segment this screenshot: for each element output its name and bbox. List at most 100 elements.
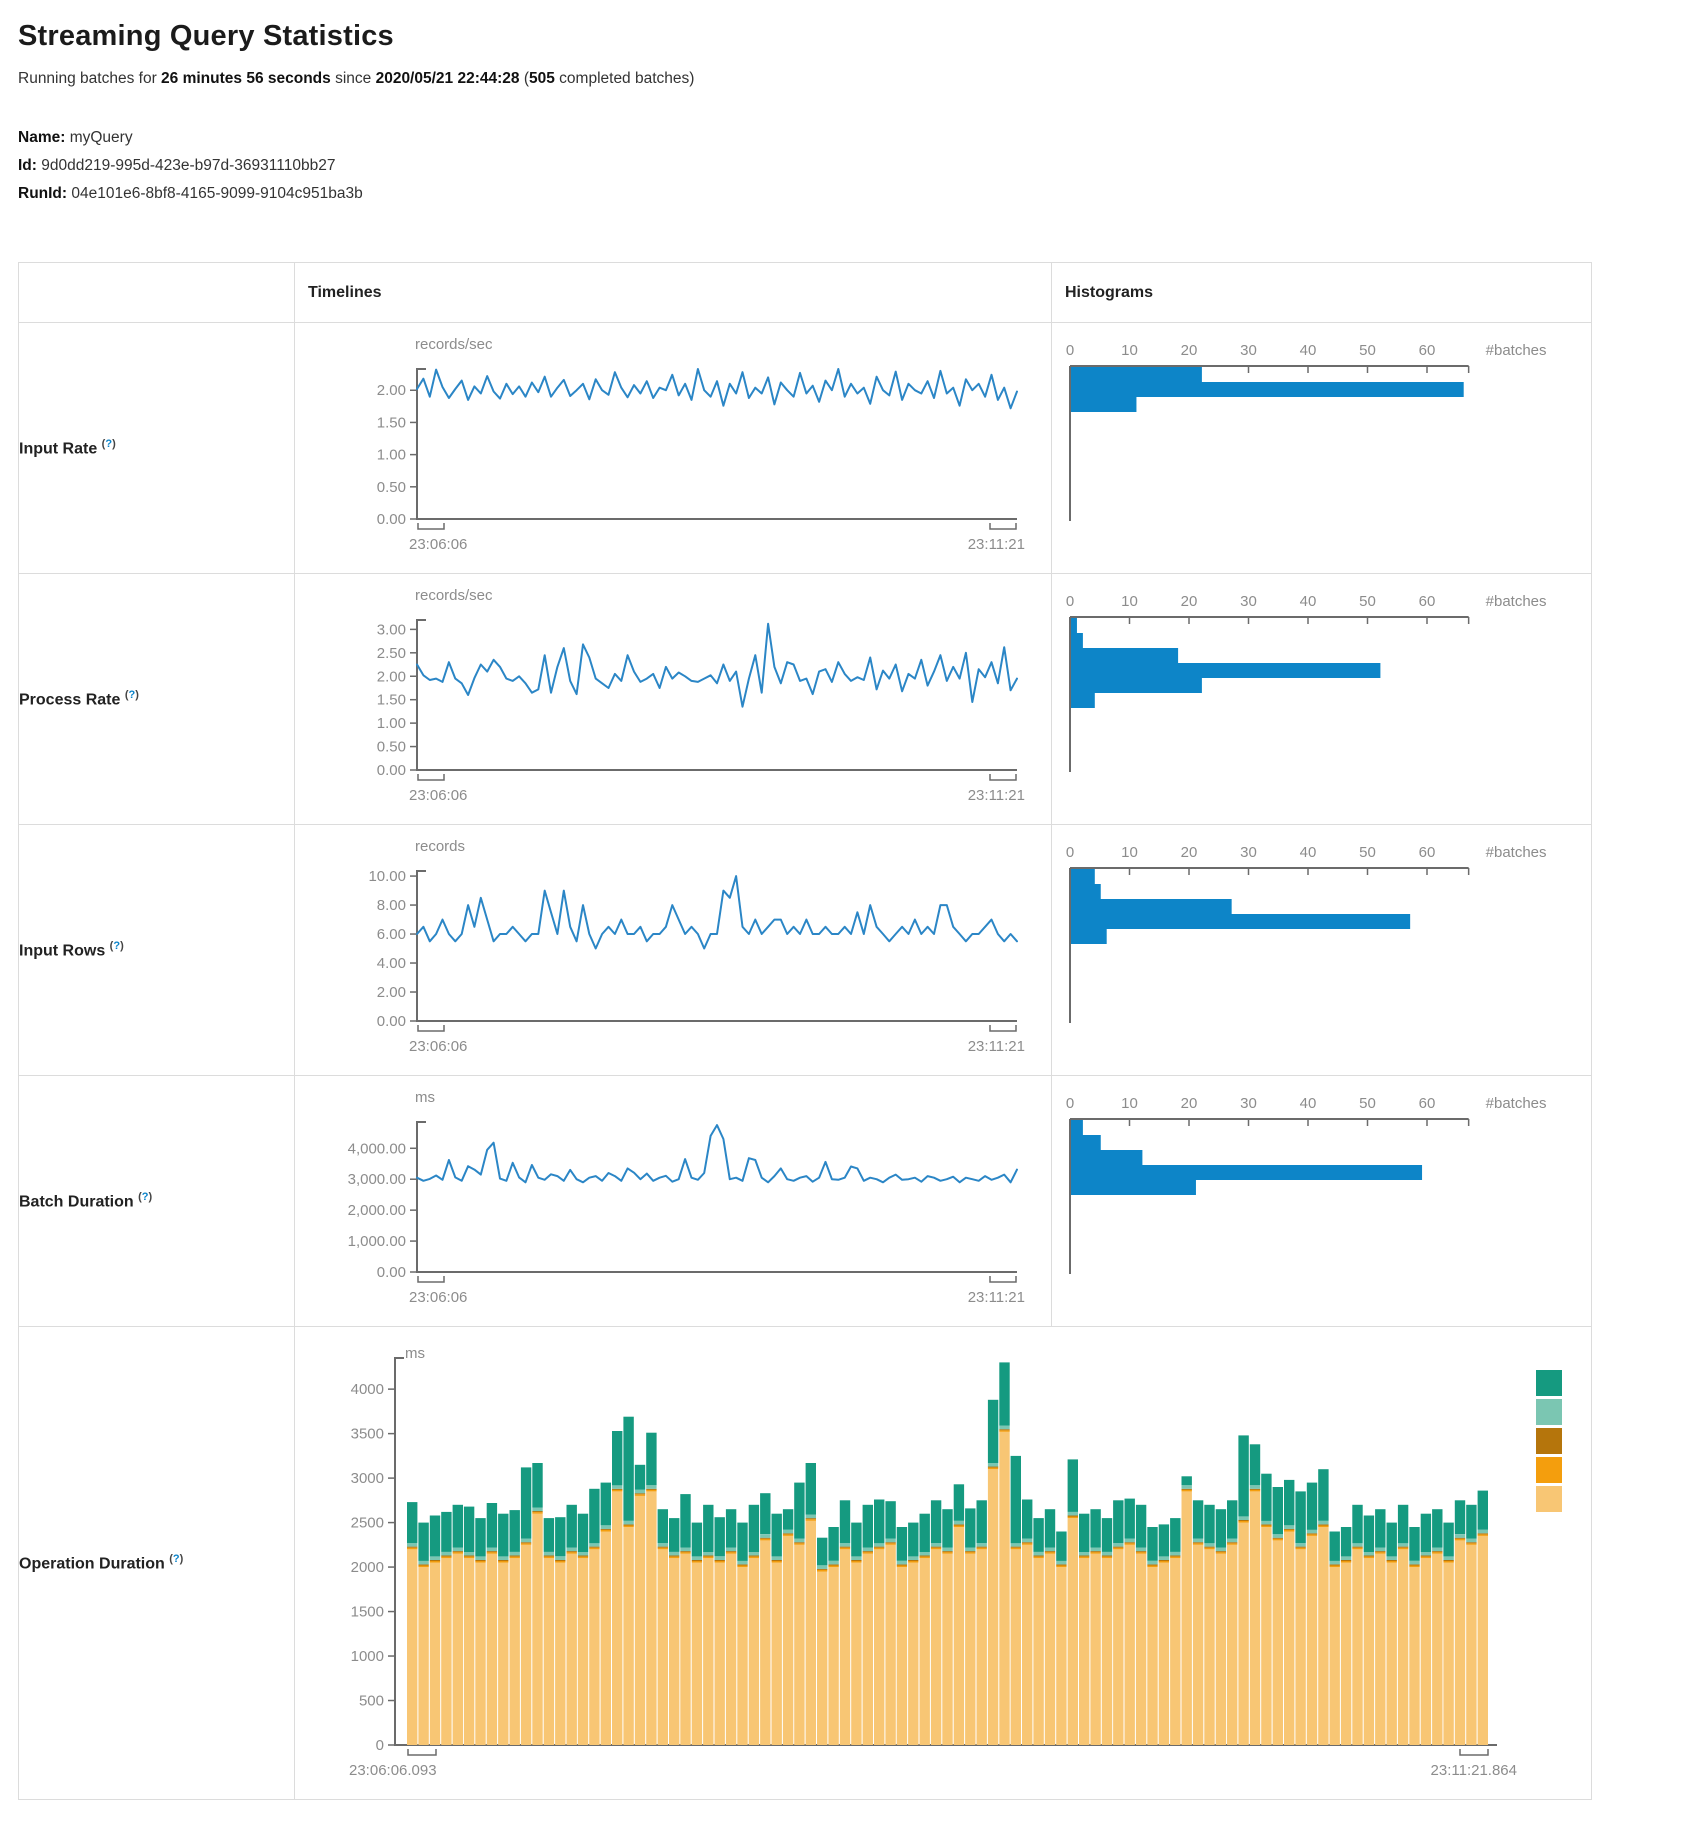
svg-text:30: 30 [1240, 844, 1257, 861]
runid-value: 04e101e6-8bf8-4165-9099-9104c951ba3b [71, 185, 362, 202]
input-rows-histogram-chart: 0102030405060#batches [1052, 825, 1591, 1075]
histogram-svg: 0102030405060#batches [1052, 1076, 1590, 1326]
table-row: Batch Duration (?) ms0.001,000.002,000.0… [19, 1076, 1592, 1327]
row-label-text: Input Rows [19, 942, 105, 959]
legend-swatch [1536, 1428, 1562, 1454]
timelines-column-header: Timelines [295, 263, 1052, 323]
svg-text:50: 50 [1359, 1095, 1376, 1112]
svg-text:23:11:21: 23:11:21 [968, 1038, 1025, 1055]
histograms-column-header: Histograms [1052, 263, 1592, 323]
svg-text:60: 60 [1419, 1095, 1436, 1112]
timeline-svg: records/sec0.000.501.001.502.002.503.002… [295, 574, 1051, 824]
svg-text:2.00: 2.00 [377, 382, 406, 399]
svg-text:30: 30 [1240, 593, 1257, 610]
name-label: Name: [18, 129, 65, 146]
svg-text:23:11:21: 23:11:21 [968, 787, 1025, 804]
svg-text:4.00: 4.00 [377, 955, 406, 972]
page-title: Streaming Query Statistics [18, 20, 1675, 53]
svg-text:50: 50 [1359, 342, 1376, 359]
timeline-svg: records0.002.004.006.008.0010.0023:06:06… [295, 825, 1051, 1075]
svg-text:1.50: 1.50 [377, 414, 406, 431]
svg-text:2000: 2000 [351, 1559, 384, 1576]
svg-text:23:06:06: 23:06:06 [409, 787, 467, 804]
svg-text:10: 10 [1121, 1095, 1138, 1112]
svg-text:#batches: #batches [1486, 844, 1547, 861]
svg-text:20: 20 [1181, 593, 1198, 610]
svg-text:1000: 1000 [351, 1648, 384, 1665]
svg-text:0.50: 0.50 [377, 479, 406, 496]
help-icon[interactable]: (?) [110, 940, 124, 952]
id-value: 9d0dd219-995d-423e-b97d-36931110bb27 [41, 157, 335, 174]
input-rate-histogram-chart: 0102030405060#batches [1052, 323, 1591, 573]
svg-text:500: 500 [359, 1693, 384, 1710]
svg-text:0.00: 0.00 [377, 762, 406, 779]
svg-text:20: 20 [1181, 844, 1198, 861]
histogram-svg: 0102030405060#batches [1052, 323, 1590, 573]
input-rate-timeline-chart: records/sec0.000.501.001.502.0023:06:062… [295, 323, 1051, 573]
histogram-svg: 0102030405060#batches [1052, 574, 1590, 824]
svg-text:20: 20 [1181, 1095, 1198, 1112]
svg-text:1,000.00: 1,000.00 [348, 1233, 406, 1250]
svg-text:23:06:06.093: 23:06:06.093 [349, 1762, 437, 1779]
row-label-process-rate: Process Rate (?) [19, 574, 295, 825]
svg-text:50: 50 [1359, 593, 1376, 610]
svg-text:4000: 4000 [351, 1381, 384, 1398]
svg-text:0.50: 0.50 [377, 739, 406, 756]
timeline-svg: records/sec0.000.501.001.502.0023:06:062… [295, 323, 1051, 573]
paren-open: ( [520, 70, 529, 87]
row-label-text: Batch Duration [19, 1193, 134, 1210]
svg-text:3000: 3000 [351, 1470, 384, 1487]
row-label-text: Process Rate [19, 691, 120, 708]
label-column-header [19, 263, 295, 323]
row-label-text: Input Rate [19, 440, 97, 457]
help-icon[interactable]: (?) [125, 689, 139, 701]
svg-text:0: 0 [1066, 593, 1074, 610]
svg-text:10: 10 [1121, 593, 1138, 610]
svg-text:2500: 2500 [351, 1515, 384, 1532]
svg-text:0.00: 0.00 [377, 511, 406, 528]
help-icon[interactable]: (?) [169, 1553, 183, 1565]
svg-text:1500: 1500 [351, 1604, 384, 1621]
since-word: since [331, 70, 376, 87]
histogram-svg: 0102030405060#batches [1052, 825, 1590, 1075]
svg-text:0: 0 [376, 1737, 384, 1754]
operation-duration-chart: ms0500100015002000250030003500400023:06:… [295, 1328, 1591, 1798]
help-icon[interactable]: (?) [138, 1191, 152, 1203]
query-runid-line: RunId: 04e101e6-8bf8-4165-9099-9104c951b… [18, 180, 1675, 208]
table-row: Process Rate (?) records/sec0.000.501.00… [19, 574, 1592, 825]
legend-swatch [1536, 1457, 1562, 1483]
svg-text:10: 10 [1121, 342, 1138, 359]
name-value: myQuery [70, 129, 133, 146]
statistics-table: Timelines Histograms Input Rate (?) reco… [18, 262, 1592, 1800]
process-rate-timeline-chart: records/sec0.000.501.001.502.002.503.002… [295, 574, 1051, 824]
batch-duration-timeline-chart: ms0.001,000.002,000.003,000.004,000.0023… [295, 1076, 1051, 1326]
svg-text:2.00: 2.00 [377, 668, 406, 685]
svg-text:23:11:21: 23:11:21 [968, 536, 1025, 553]
svg-text:40: 40 [1300, 593, 1317, 610]
svg-text:50: 50 [1359, 844, 1376, 861]
input-rows-timeline-chart: records0.002.004.006.008.0010.0023:06:06… [295, 825, 1051, 1075]
help-icon[interactable]: (?) [102, 438, 116, 450]
svg-text:#batches: #batches [1486, 593, 1547, 610]
svg-text:3500: 3500 [351, 1426, 384, 1443]
row-label-input-rows: Input Rows (?) [19, 825, 295, 1076]
svg-text:2.00: 2.00 [377, 984, 406, 1001]
svg-text:#batches: #batches [1486, 1095, 1547, 1112]
svg-text:#batches: #batches [1486, 342, 1547, 359]
query-name-line: Name: myQuery [18, 124, 1675, 152]
svg-text:3,000.00: 3,000.00 [348, 1171, 406, 1188]
svg-text:8.00: 8.00 [377, 897, 406, 914]
batch-duration-histogram-chart: 0102030405060#batches [1052, 1076, 1591, 1326]
table-row: Input Rows (?) records0.002.004.006.008.… [19, 825, 1592, 1076]
runid-label: RunId: [18, 185, 67, 202]
svg-text:30: 30 [1240, 1095, 1257, 1112]
running-summary: Running batches for 26 minutes 56 second… [18, 70, 1675, 88]
svg-text:40: 40 [1300, 844, 1317, 861]
svg-text:23:06:06: 23:06:06 [409, 536, 467, 553]
svg-text:0: 0 [1066, 1095, 1074, 1112]
svg-text:0.00: 0.00 [377, 1013, 406, 1030]
svg-text:23:11:21.864: 23:11:21.864 [1431, 1762, 1517, 1779]
svg-text:1.00: 1.00 [377, 715, 406, 732]
svg-text:30: 30 [1240, 342, 1257, 359]
legend-swatch [1536, 1486, 1562, 1512]
